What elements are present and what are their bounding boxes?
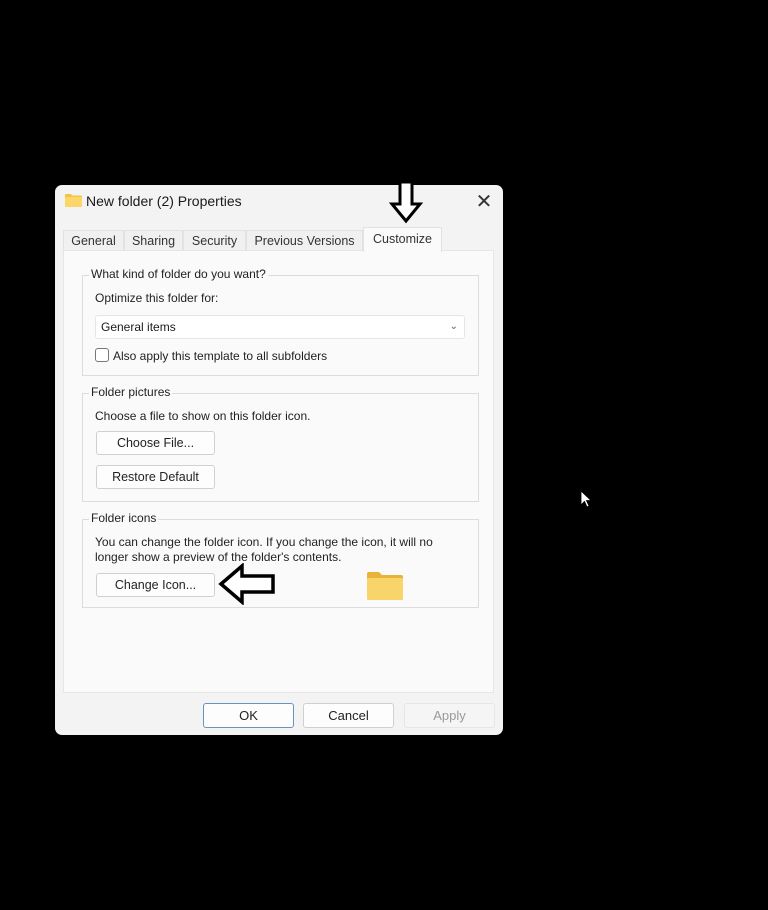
change-icon-button[interactable]: Change Icon... [96, 573, 215, 597]
folder-icons-group: Folder icons You can change the folder i… [82, 511, 479, 608]
annotation-arrow-down-icon [389, 180, 423, 224]
optimize-select-value: General items [101, 320, 176, 334]
folder-preview-icon [367, 572, 403, 600]
optimize-select[interactable]: General items ⌄ [95, 315, 465, 339]
tab-customize[interactable]: Customize [363, 227, 442, 252]
folder-pictures-description: Choose a file to show on this folder ico… [95, 409, 311, 423]
optimize-label: Optimize this folder for: [95, 291, 219, 305]
folder-kind-group: What kind of folder do you want? Optimiz… [82, 267, 479, 376]
mouse-cursor-icon [580, 490, 592, 508]
chevron-down-icon: ⌄ [449, 321, 458, 332]
tab-previous-versions[interactable]: Previous Versions [246, 230, 363, 251]
restore-default-button[interactable]: Restore Default [96, 465, 215, 489]
apply-subfolders-label[interactable]: Also apply this template to all subfolde… [113, 349, 327, 363]
cancel-button[interactable]: Cancel [303, 703, 394, 728]
apply-subfolders-checkbox[interactable] [95, 348, 109, 362]
close-icon: ✕ [475, 191, 493, 213]
annotation-arrow-left-icon [218, 563, 275, 605]
folder-kind-group-label: What kind of folder do you want? [89, 267, 268, 281]
folder-pictures-group-label: Folder pictures [89, 385, 173, 399]
folder-icons-description-line2: longer show a preview of the folder's co… [95, 550, 342, 564]
customize-panel: What kind of folder do you want? Optimiz… [63, 250, 494, 693]
tab-security[interactable]: Security [183, 230, 246, 251]
title-bar: New folder (2) Properties ✕ [55, 185, 503, 219]
tab-sharing[interactable]: Sharing [124, 230, 183, 251]
folder-icons-description-line1: You can change the folder icon. If you c… [95, 535, 433, 549]
properties-dialog: New folder (2) Properties ✕ General Shar… [55, 185, 503, 735]
folder-icons-group-label: Folder icons [89, 511, 159, 525]
folder-pictures-group: Folder pictures Choose a file to show on… [82, 385, 479, 502]
tab-general[interactable]: General [63, 230, 124, 251]
close-button[interactable]: ✕ [471, 189, 497, 215]
ok-button[interactable]: OK [203, 703, 294, 728]
choose-file-button[interactable]: Choose File... [96, 431, 215, 455]
apply-button[interactable]: Apply [404, 703, 495, 728]
window-title: New folder (2) Properties [86, 193, 242, 209]
folder-icon [65, 194, 82, 207]
